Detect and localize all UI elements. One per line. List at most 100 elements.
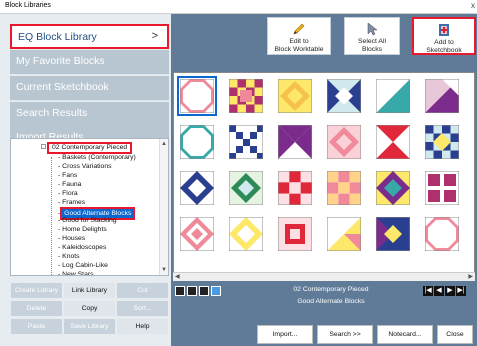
- tree-item-label: Knots: [62, 253, 80, 260]
- sketchbook-add-icon: [439, 24, 449, 36]
- scroll-up-icon[interactable]: ▲: [161, 141, 167, 147]
- view-4x4-button[interactable]: [211, 286, 221, 296]
- block-thumbnail[interactable]: [327, 217, 361, 251]
- tree-item[interactable]: - Flora: [58, 189, 78, 198]
- quilt-block-image: [425, 217, 459, 251]
- link-library-button[interactable]: Link Library: [63, 282, 116, 299]
- add-label-1: Add to: [434, 39, 454, 46]
- block-thumbnail[interactable]: [425, 125, 459, 159]
- nav-my-favorite-blocks[interactable]: My Favorite Blocks: [10, 50, 169, 75]
- block-thumbnail[interactable]: [327, 125, 361, 159]
- add-label-2: Sketchbook: [426, 47, 462, 54]
- tree-item-label: Cross Variations: [62, 163, 112, 170]
- cursor-icon: [367, 22, 378, 36]
- tree-item[interactable]: - Houses: [58, 234, 85, 243]
- block-thumbnail[interactable]: [229, 171, 263, 205]
- quilt-block-image: [229, 125, 263, 159]
- last-page-icon[interactable]: ▶|: [456, 286, 466, 296]
- view-1x1-button[interactable]: [175, 286, 185, 296]
- block-thumbnail[interactable]: [229, 79, 263, 113]
- block-thumbnail[interactable]: [180, 125, 214, 159]
- quilt-block-image: [278, 79, 312, 113]
- block-thumbnail[interactable]: [229, 217, 263, 251]
- delete-button[interactable]: Delete: [10, 300, 63, 317]
- block-thumbnail[interactable]: [180, 217, 214, 251]
- block-grid[interactable]: [173, 72, 475, 280]
- quilt-block-image: [425, 171, 459, 205]
- add-to-sketchbook-button[interactable]: Add to Sketchbook: [412, 17, 476, 55]
- scroll-right-icon[interactable]: ▶: [468, 273, 473, 280]
- cut-button[interactable]: Cut: [116, 282, 169, 299]
- copy-button[interactable]: Copy: [63, 300, 116, 317]
- block-thumbnail[interactable]: [376, 125, 410, 159]
- library-tree[interactable]: 02 Contemporary Pieced - Baskets (Contem…: [10, 138, 169, 276]
- block-thumbnail[interactable]: [376, 171, 410, 205]
- tree-line: [51, 157, 52, 275]
- tree-item[interactable]: - Home Delights: [58, 225, 107, 234]
- scroll-down-icon[interactable]: ▼: [161, 267, 167, 273]
- tree-item[interactable]: - Log Cabin-Like: [58, 261, 108, 270]
- select-all-blocks-button[interactable]: Select All Blocks: [344, 17, 400, 55]
- window-title: Block Libraries: [5, 2, 51, 9]
- nav-search-results[interactable]: Search Results: [10, 102, 169, 127]
- tree-item[interactable]: - Cross Variations: [58, 162, 112, 171]
- block-thumbnail[interactable]: [180, 171, 214, 205]
- tree-item[interactable]: - Frames: [58, 198, 85, 207]
- block-thumbnail[interactable]: [278, 125, 312, 159]
- edit-label-1: Edit to: [289, 38, 309, 45]
- close-button[interactable]: Close: [437, 325, 473, 344]
- pencil-icon: [293, 23, 305, 35]
- create-library-button[interactable]: Create Library: [10, 282, 63, 299]
- search-button[interactable]: Search >>: [317, 325, 373, 344]
- blocks-panel: Edit to Block Worktable Select All Block…: [171, 14, 477, 346]
- prev-page-icon[interactable]: ◀: [434, 286, 444, 296]
- view-3x3-button[interactable]: [199, 286, 209, 296]
- tree-scrollbar[interactable]: ▲ ▼: [159, 139, 168, 275]
- block-thumbnail[interactable]: [278, 217, 312, 251]
- block-thumbnail[interactable]: [278, 79, 312, 113]
- next-page-icon[interactable]: ▶: [445, 286, 455, 296]
- tree-item[interactable]: - New Stars: [58, 270, 94, 275]
- block-thumbnail[interactable]: [327, 171, 361, 205]
- nav-label: EQ Block Library: [18, 31, 97, 43]
- block-thumbnail[interactable]: [229, 125, 263, 159]
- select-all-label-2: Blocks: [361, 46, 383, 53]
- close-icon[interactable]: x: [471, 1, 475, 10]
- tree-item-label: Houses: [62, 235, 86, 242]
- quilt-block-image: [180, 79, 214, 113]
- block-thumbnail[interactable]: [376, 79, 410, 113]
- tree-item[interactable]: - Fauna: [58, 180, 81, 189]
- view-2x2-button[interactable]: [187, 286, 197, 296]
- grid-scrollbar[interactable]: ◀ ▶: [173, 272, 475, 281]
- tree-item-label: Frames: [62, 199, 86, 206]
- tree-item[interactable]: - Fans: [58, 171, 77, 180]
- edit-to-block-worktable-button[interactable]: Edit to Block Worktable: [267, 17, 331, 55]
- block-thumbnail[interactable]: [278, 171, 312, 205]
- scroll-left-icon[interactable]: ◀: [175, 273, 180, 280]
- quilt-block-image: [327, 171, 361, 205]
- quilt-block-image: [229, 217, 263, 251]
- quilt-block-image: [376, 171, 410, 205]
- collapse-box-icon[interactable]: [41, 144, 46, 149]
- block-thumbnail[interactable]: [376, 217, 410, 251]
- nav-current-sketchbook[interactable]: Current Sketchbook: [10, 76, 169, 101]
- import-button[interactable]: Import...: [257, 325, 313, 344]
- block-thumbnail[interactable]: [327, 79, 361, 113]
- tree-item-label: Good for Stacking: [62, 217, 117, 224]
- block-thumbnail[interactable]: [425, 79, 459, 113]
- block-thumbnail[interactable]: [425, 171, 459, 205]
- tree-item[interactable]: - Baskets (Contemporary): [58, 153, 136, 162]
- help-button[interactable]: Help: [116, 318, 169, 335]
- paste-button[interactable]: Paste: [10, 318, 63, 335]
- tree-item[interactable]: - Kaleidoscopes: [58, 243, 106, 252]
- sort-button[interactable]: Sort...: [116, 300, 169, 317]
- tree-item-label: Kaleidoscopes: [62, 244, 107, 251]
- tree-item[interactable]: - Good for Stacking: [58, 216, 117, 225]
- tree-item[interactable]: - Knots: [58, 252, 80, 261]
- notecard-button[interactable]: Notecard...: [377, 325, 433, 344]
- block-thumbnail[interactable]: [177, 76, 217, 116]
- block-thumbnail[interactable]: [425, 217, 459, 251]
- save-library-button[interactable]: Save Library: [63, 318, 116, 335]
- first-page-icon[interactable]: |◀: [423, 286, 433, 296]
- nav-eq-block-library[interactable]: EQ Block Library >: [10, 24, 169, 49]
